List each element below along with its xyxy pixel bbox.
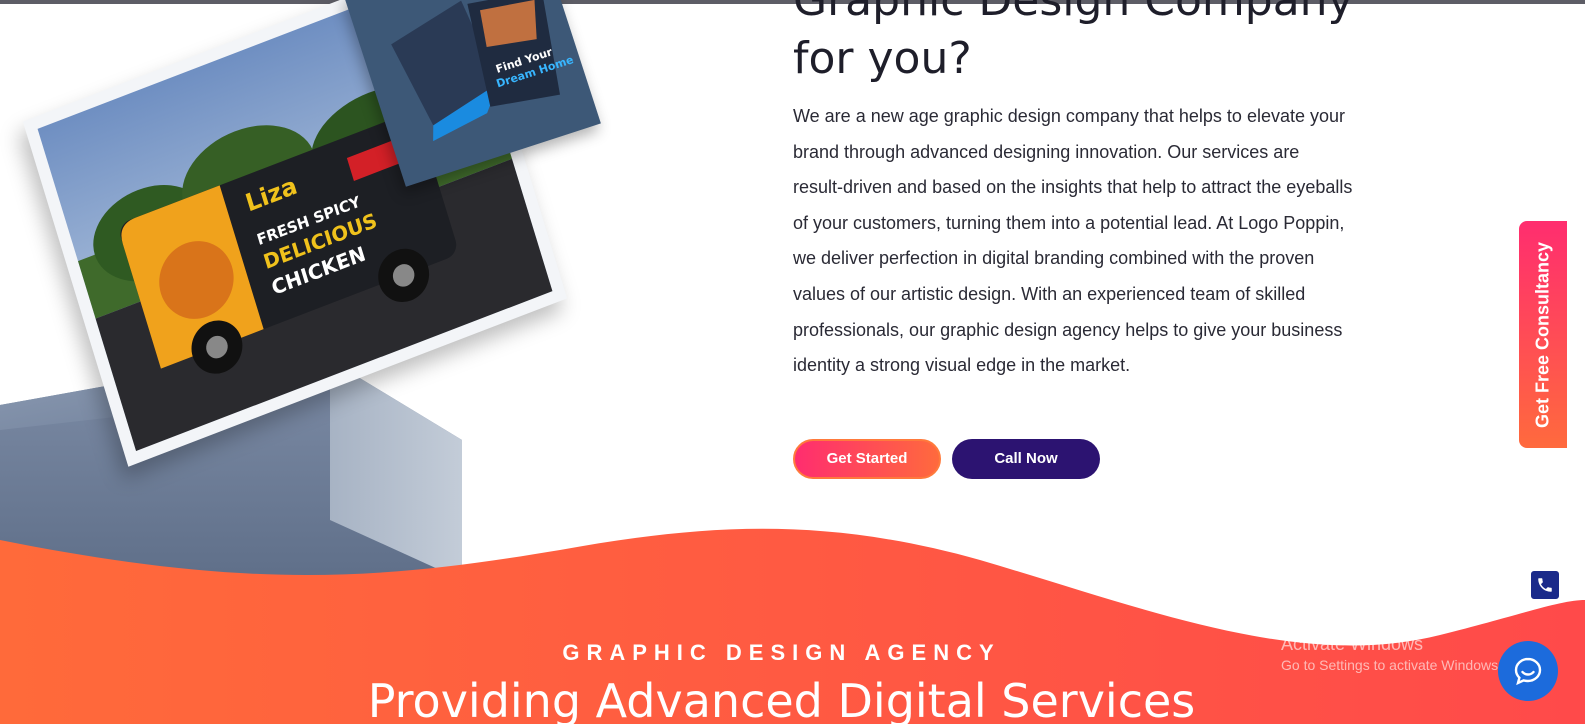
chat-glyph-icon bbox=[1514, 657, 1542, 686]
hero-headline: Graphic Design Company for you? bbox=[793, 0, 1413, 88]
activate-windows-overlay: Activate Windows Go to Settings to activ… bbox=[1281, 634, 1502, 673]
phone-glyph-icon bbox=[1538, 578, 1552, 592]
section-title: Providing Advanced Digital Services bbox=[367, 674, 1196, 728]
free-consultancy-tab[interactable]: Get Free Consultancy bbox=[1519, 221, 1567, 448]
call-now-button[interactable]: Call Now bbox=[952, 439, 1100, 479]
activate-windows-title: Activate Windows bbox=[1281, 634, 1424, 654]
hero-headline-line2: for you? bbox=[793, 33, 972, 84]
chat-bubble-icon[interactable] bbox=[1498, 641, 1558, 701]
hero-illustration: Liza FRESH SPICY DELICIOUS CHICKEN Find … bbox=[0, 0, 640, 600]
free-consultancy-label: Get Free Consultancy bbox=[1532, 241, 1553, 428]
phone-icon[interactable] bbox=[1530, 570, 1560, 600]
get-started-button[interactable]: Get Started bbox=[793, 439, 941, 479]
hero-intro-text: We are a new age graphic design company … bbox=[793, 106, 1353, 376]
hero-headline-line1: Graphic Design Company bbox=[793, 0, 1354, 26]
activate-windows-subtitle: Go to Settings to activate Windows. bbox=[1281, 657, 1502, 673]
